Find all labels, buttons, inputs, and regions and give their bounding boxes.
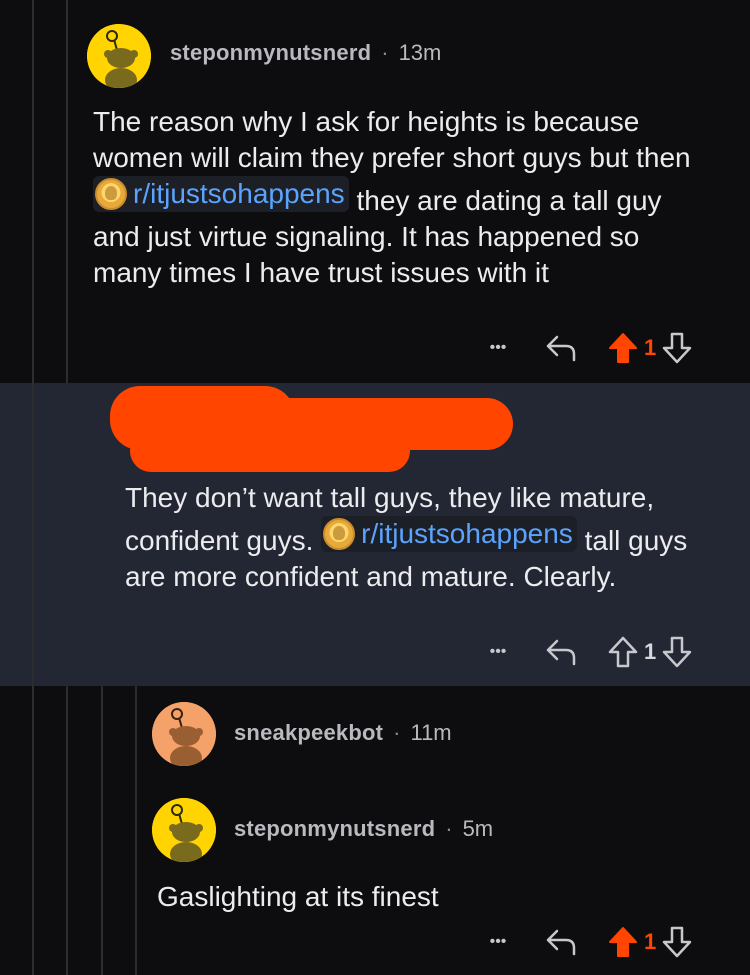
downvote-button[interactable] <box>662 636 692 668</box>
downvote-icon <box>663 636 692 668</box>
reply-icon <box>546 929 576 956</box>
downvote-icon <box>663 926 692 958</box>
upvote-icon <box>608 636 638 668</box>
upvote-button[interactable] <box>608 926 638 958</box>
separator: · <box>393 720 401 745</box>
reply-button[interactable] <box>544 927 578 957</box>
downvote-button[interactable] <box>662 926 692 958</box>
subreddit-link[interactable]: r/itjustsohappens <box>321 516 577 552</box>
vote-count: 1 <box>644 335 657 360</box>
downvote-icon <box>663 332 692 364</box>
upvote-button[interactable] <box>608 636 638 668</box>
more-button[interactable]: ••• <box>480 643 516 661</box>
separator: · <box>445 816 453 841</box>
comment-body: They don’t want tall guys, they like mat… <box>125 480 725 595</box>
vote-count: 1 <box>644 929 657 954</box>
comment-body: The reason why I ask for heights is beca… <box>93 104 703 291</box>
comment-text: The reason why I ask for heights is beca… <box>93 106 691 173</box>
username[interactable]: sneakpeekbot <box>234 720 383 746</box>
upvote-icon <box>609 927 637 957</box>
thread-line[interactable] <box>101 686 103 975</box>
timestamp: 13m <box>398 40 442 65</box>
user-avatar[interactable] <box>152 798 216 862</box>
timestamp: 5m <box>462 816 494 841</box>
vote-count: 1 <box>644 639 657 664</box>
thread-line[interactable] <box>135 686 137 975</box>
subreddit-icon <box>95 178 127 210</box>
redaction-mark <box>130 430 410 472</box>
user-avatar[interactable] <box>152 702 216 766</box>
downvote-button[interactable] <box>662 332 692 364</box>
reply-button[interactable] <box>544 637 578 667</box>
reply-button[interactable] <box>544 333 578 363</box>
user-avatar[interactable] <box>87 24 151 88</box>
subreddit-name[interactable]: r/itjustsohappens <box>133 176 345 212</box>
username[interactable]: steponmynutsnerd <box>170 40 371 66</box>
thread-line[interactable] <box>32 0 34 975</box>
thread-line[interactable] <box>66 686 68 975</box>
subreddit-link[interactable]: r/itjustsohappens <box>93 176 349 212</box>
reply-icon <box>546 335 576 362</box>
username[interactable]: steponmynutsnerd <box>234 816 435 842</box>
timestamp: 11m <box>410 720 452 745</box>
snoo-avatar-icon <box>87 24 151 88</box>
subreddit-name[interactable]: r/itjustsohappens <box>361 516 573 552</box>
upvote-button[interactable] <box>608 332 638 364</box>
thread-line[interactable] <box>66 0 68 383</box>
upvote-icon <box>609 333 637 363</box>
subreddit-icon <box>323 518 356 550</box>
comment-body: Gaslighting at its finest <box>157 881 439 912</box>
more-button[interactable]: ••• <box>480 933 516 951</box>
reply-icon <box>546 639 576 666</box>
more-button[interactable]: ••• <box>480 339 516 357</box>
snoo-avatar-icon <box>152 702 216 766</box>
separator: · <box>381 40 389 65</box>
snoo-avatar-icon <box>152 798 216 862</box>
